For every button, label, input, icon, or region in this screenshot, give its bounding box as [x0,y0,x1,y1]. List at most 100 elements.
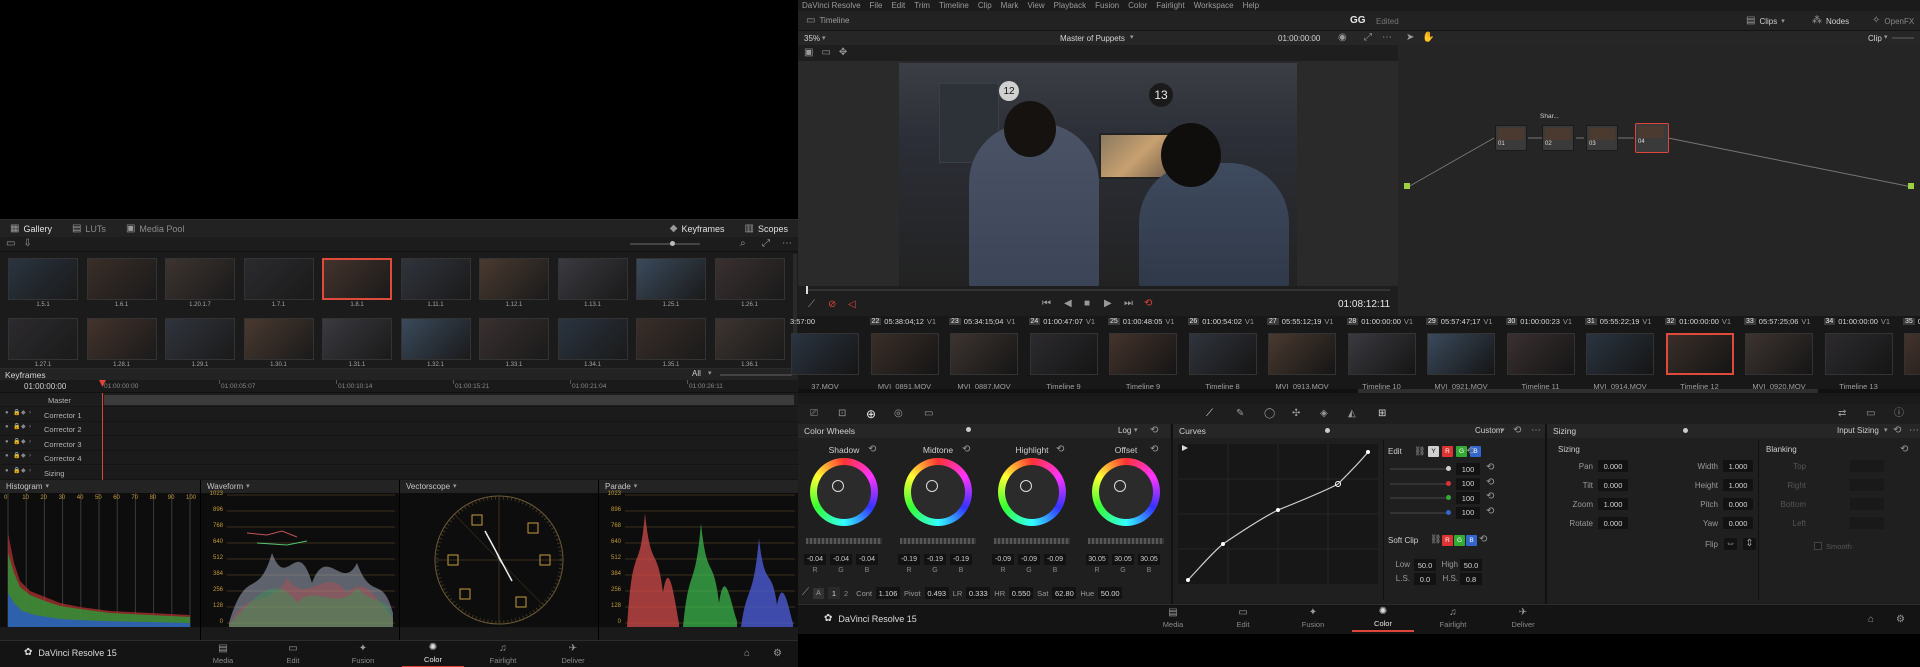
expand-icon[interactable]: ⤢ [1364,33,1372,43]
page-tab-color[interactable]: ✺ Color [402,641,464,667]
pivot-field[interactable]: 0.493 [924,587,949,599]
gallery-still[interactable] [400,258,471,300]
motion-effects-icon[interactable]: ▭ [924,409,933,419]
reset-icon[interactable]: ⟲ [1486,492,1494,502]
keyframe-toggle-icon[interactable]: ⇄ [1838,409,1846,419]
intensity-slider-handle[interactable] [1446,495,1451,501]
wheel-handle[interactable] [926,480,938,492]
reset-icon[interactable]: ⟲ [1893,426,1901,436]
wheel-value-r[interactable]: -0.09 [992,554,1014,565]
low-range-field[interactable]: 0.333 [966,587,991,599]
expand-arrow-icon[interactable]: › [29,439,31,445]
timeline-clip[interactable]: 24 01:00:47:07 V1 Timeline 9 [1027,316,1101,396]
wheel-value-g[interactable]: -0.04 [830,554,852,565]
grab-still-icon[interactable]: ⇩ [23,239,31,249]
smooth-checkbox[interactable] [1814,542,1822,550]
track-lane[interactable] [104,439,794,449]
sizing-width-field[interactable]: 1.000 [1723,460,1753,472]
reset-icon[interactable]: ⟲ [962,445,970,455]
contrast-field[interactable]: 1.106 [876,587,901,599]
pointer-icon[interactable]: ➤ [1406,33,1414,43]
track-enable-icon[interactable]: ● [5,468,9,474]
clip-name-dropdown[interactable]: Master of Puppets [1060,34,1125,43]
timeline-clip[interactable]: 3:57:00 37.MOV [788,316,862,396]
blanking-top-field[interactable] [1850,460,1884,472]
sizing-mode-dropdown[interactable]: Input Sizing [1837,426,1879,435]
gallery-still[interactable] [400,318,471,360]
menu-workspace[interactable]: Workspace [1194,1,1234,10]
flip-horizontal-icon[interactable]: ⇔ [1724,538,1737,550]
gear-icon[interactable]: ⚙ [1896,615,1905,625]
keyframe-icon[interactable]: ◆ [21,439,26,445]
tab-keyframes[interactable]: ◆ Keyframes [660,220,735,238]
keyframe-icon[interactable]: ◆ [21,468,26,474]
track-lane[interactable] [104,468,794,478]
node-mode-dropdown[interactable]: Clip [1868,34,1882,43]
reset-icon[interactable]: ⟲ [1479,535,1487,545]
flip-vertical-icon[interactable]: ⇕ [1743,538,1756,550]
intensity-slider[interactable] [1390,468,1450,470]
first-frame-icon[interactable]: ⏮ [1042,299,1051,309]
keyframes-filter-dropdown[interactable]: All [692,369,701,378]
zoom-dropdown[interactable]: 35% [804,34,820,43]
menu-help[interactable]: Help [1243,1,1259,10]
page-tab-deliver[interactable]: ✈ Deliver [1492,605,1554,632]
high-range-field[interactable]: 0.550 [1009,587,1034,599]
soft-clip-b-button[interactable]: B [1466,535,1477,546]
histogram-header[interactable]: Histogram ▾ [0,480,200,493]
track-enable-icon[interactable]: ● [5,410,9,416]
rgb-mixer-icon[interactable]: ◎ [894,409,903,419]
gallery-still[interactable] [322,258,392,300]
repeat-icon[interactable]: ⟲ [1144,299,1152,309]
wheel-value-b[interactable]: 30.05 [1138,554,1160,565]
more-options-icon[interactable]: ⋯ [1531,426,1541,436]
tab-media-pool[interactable]: ▣ Media Pool [116,220,194,238]
gallery-still[interactable] [714,258,785,300]
reset-icon[interactable]: ⟲ [1056,445,1064,455]
blanking-left-field[interactable] [1850,517,1884,529]
gallery-still[interactable] [557,258,628,300]
auto-balance-icon[interactable]: A [813,587,824,599]
hue-field[interactable]: 50.00 [1098,587,1123,599]
sizing-icon[interactable]: ⊞ [1378,409,1386,419]
wheel-value-b[interactable]: -0.09 [1044,554,1066,565]
wheel-handle[interactable] [1020,480,1032,492]
intensity-field[interactable]: 100 [1456,506,1480,519]
track-lane[interactable] [104,453,794,463]
node-02[interactable]: 02 [1542,125,1574,151]
sizing-yaw-field[interactable]: 0.000 [1723,517,1753,529]
wheel-value-r[interactable]: -0.04 [804,554,826,565]
lock-icon[interactable]: 🔒 [13,424,20,430]
intensity-field[interactable]: 100 [1456,463,1480,475]
sizing-height-field[interactable]: 1.000 [1723,479,1753,491]
home-icon[interactable]: ⌂ [1868,615,1874,625]
menu-view[interactable]: View [1027,1,1044,10]
waveform-header[interactable]: Waveform ▾ [201,480,399,493]
timeline-clip[interactable]: 34 01:00:00:00 V1 Timeline 13 [1822,316,1896,396]
intensity-slider-handle[interactable] [1446,480,1451,486]
gear-icon[interactable]: ⚙ [773,649,782,659]
wheel-handle[interactable] [1114,480,1126,492]
page-tab-edit[interactable]: ▭ Edit [262,641,324,667]
menu-davinci-resolve[interactable]: DaVinci Resolve [802,1,861,10]
intensity-slider[interactable] [1390,497,1450,500]
node-03[interactable]: 03 [1586,125,1618,151]
menu-clip[interactable]: Clip [978,1,992,10]
track-enable-icon[interactable]: ● [5,453,9,459]
color-match-icon[interactable]: ⊡ [838,409,846,419]
viewer-timecode[interactable]: 01:00:00:00 [1278,34,1320,43]
menu-trim[interactable]: Trim [914,1,930,10]
blur-icon[interactable]: ◈ [1320,409,1328,419]
blanking-bottom-field[interactable] [1850,498,1884,510]
reset-icon[interactable]: ⟲ [1486,506,1494,517]
page-1-button[interactable]: 1 [828,587,840,599]
menu-edit[interactable]: Edit [891,1,905,10]
track-lane[interactable] [104,395,794,405]
sizing-pitch-field[interactable]: 0.000 [1723,498,1753,510]
album-list-icon[interactable]: ▭ [6,239,15,249]
lock-icon[interactable]: 🔒 [13,468,20,474]
gallery-still[interactable] [8,258,78,300]
page-tab-color[interactable]: ✺ Color [1352,605,1414,632]
reset-icon[interactable]: ⟲ [1486,477,1494,488]
menu-file[interactable]: File [870,1,883,10]
